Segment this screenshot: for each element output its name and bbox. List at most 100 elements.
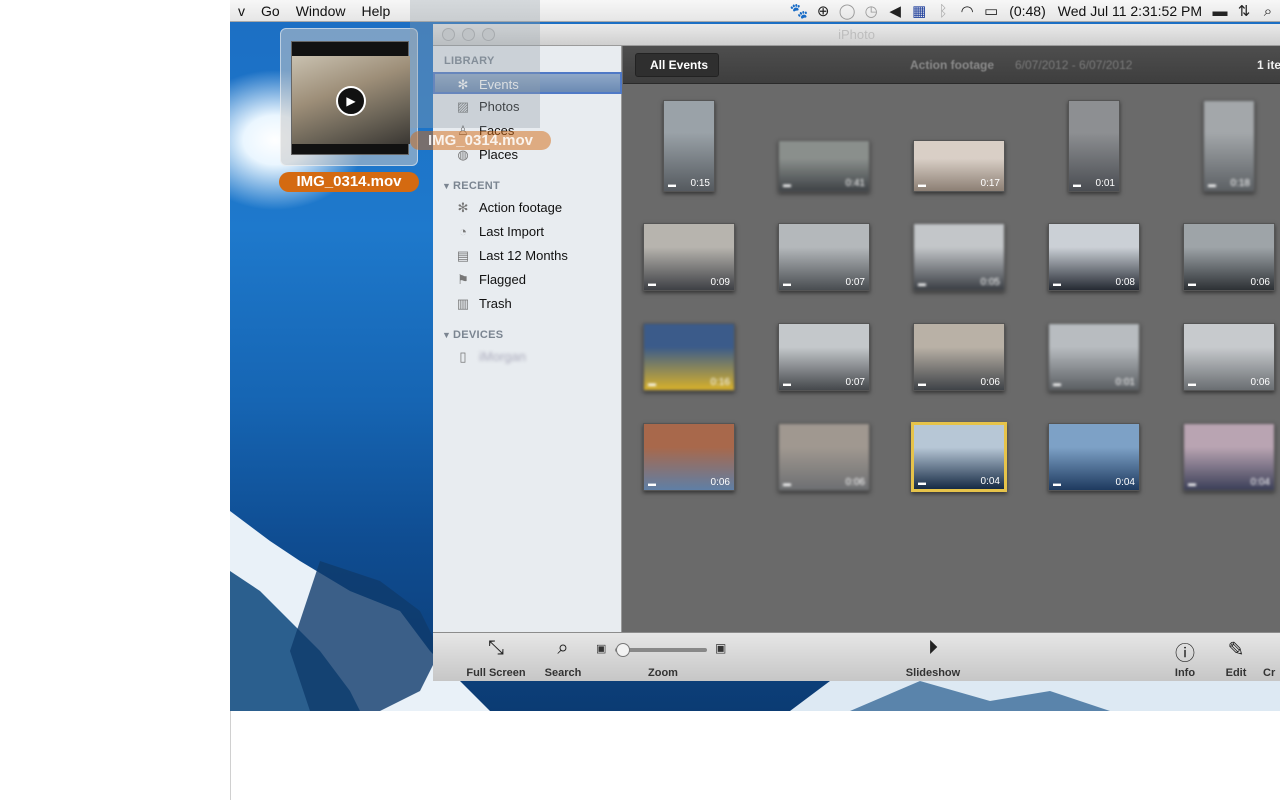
video-duration: 0:04	[980, 476, 1000, 487]
paw-icon[interactable]: 🐾	[787, 2, 811, 20]
video-camera-icon: ▬	[1188, 479, 1196, 488]
video-duration: 0:06	[845, 477, 865, 488]
video-thumbnail-item[interactable]: ▬ 0:08	[1048, 223, 1140, 291]
video-thumbnail-item[interactable]: ▬ 0:06	[913, 323, 1005, 391]
sidebar-item-action-footage[interactable]: ✻ Action footage	[433, 197, 622, 219]
time-machine-icon[interactable]: ◷	[859, 2, 883, 20]
disclosure-triangle-icon[interactable]: ▼	[442, 181, 451, 191]
battery-time[interactable]: (0:48)	[1003, 3, 1052, 19]
video-thumbnail-item[interactable]: ▬ 0:05	[913, 223, 1005, 291]
video-thumbnail-item[interactable]: ▬ 0:15	[663, 100, 715, 192]
dragged-file-label: IMG_0314.mov	[279, 172, 419, 192]
event-title: Action footage	[910, 58, 994, 72]
search-button[interactable]: ⌕ Search	[539, 633, 587, 682]
toolbar-label: Zoom	[648, 667, 678, 679]
video-thumbnail-item[interactable]: ▬ 0:06	[1183, 223, 1275, 291]
drag-ghost-preview	[410, 0, 540, 128]
video-thumbnail-item[interactable]: ▬ 0:17	[913, 140, 1005, 192]
volume-icon[interactable]: ◀	[883, 2, 907, 20]
video-thumbnail-item[interactable]: ▬ 0:06	[778, 423, 870, 491]
video-camera-icon: ▬	[648, 279, 656, 288]
video-camera-icon: ▬	[783, 479, 791, 488]
sidebar-item-flagged[interactable]: ⚑ Flagged	[433, 269, 622, 291]
video-thumbnail-item[interactable]: ▬ 0:07	[778, 223, 870, 291]
video-camera-icon: ▬	[783, 379, 791, 388]
window-titlebar[interactable]: iPhoto	[433, 24, 1280, 46]
all-events-button[interactable]: All Events	[635, 53, 720, 77]
event-content-area: All Events Action footage 6/07/2012 - 6/…	[623, 46, 1280, 632]
chat-icon[interactable]: ◯	[835, 2, 859, 20]
video-duration: 0:15	[690, 178, 710, 189]
menu-item-help[interactable]: Help	[353, 0, 398, 22]
clock[interactable]: Wed Jul 11 2:31:52 PM	[1052, 3, 1208, 19]
sidebar-item-last-12-months[interactable]: ▤ Last 12 Months	[433, 245, 622, 267]
info-button[interactable]: ⓘ Info	[1168, 633, 1202, 682]
menu-bar: v Go Window Help 🐾 ⊕ ◯ ◷ ◀ ▦ ᛒ ◠ ▭ (0:48…	[230, 0, 1280, 22]
sidebar-item-device[interactable]: ▯ iMorgan	[433, 346, 622, 368]
menu-item-view[interactable]: v	[230, 0, 253, 22]
iphoto-window: iPhoto LIBRARY ✻ Events ▨ Photos ♙ Faces…	[433, 24, 1280, 681]
video-thumbnail-item[interactable]: ▬ 0:01	[1068, 100, 1120, 192]
video-duration: 0:09	[710, 277, 730, 288]
video-thumbnail-item[interactable]: ▬ 0:41	[778, 140, 870, 192]
toolbar-label: Full Screen	[466, 667, 526, 679]
video-duration: 0:08	[1115, 277, 1135, 288]
video-thumbnail-item[interactable]: ▬ 0:04	[1183, 423, 1275, 491]
video-thumbnail-item[interactable]: ▬ 0:07	[778, 323, 870, 391]
create-button[interactable]: Cr	[1263, 633, 1280, 682]
full-screen-button[interactable]: ⤡ Full Screen	[459, 633, 533, 682]
clock-icon: ◔	[459, 224, 467, 239]
flag-icon: ⚑	[457, 272, 469, 287]
video-thumbnail-item[interactable]: ▬ 0:18	[1203, 100, 1255, 192]
disclosure-triangle-icon[interactable]: ▼	[442, 330, 451, 340]
dragged-video-file[interactable]: ▶	[280, 28, 418, 166]
edit-button[interactable]: ✎ Edit	[1221, 633, 1251, 682]
search-icon: ⌕	[557, 637, 569, 659]
menu-item-window[interactable]: Window	[288, 0, 354, 22]
sidebar-item-label: Last Import	[479, 224, 545, 239]
video-camera-icon: ▬	[648, 379, 656, 388]
video-thumbnail-item[interactable]: ▬ 0:06	[643, 423, 735, 491]
sidebar-item-trash[interactable]: ▥ Trash	[433, 293, 622, 315]
bottom-toolbar: ⤡ Full Screen ⌕ Search ▣ ▣ Zoom ⏵ Slides…	[433, 632, 1280, 681]
large-photo-icon: ▣	[715, 641, 727, 655]
small-photo-icon: ▣	[596, 643, 607, 655]
video-thumbnail-item[interactable]: ▬ 0:01	[1048, 323, 1140, 391]
video-duration: 0:18	[1230, 178, 1250, 189]
calendar-icon: ▤	[456, 248, 470, 263]
video-camera-icon: ▬	[1053, 279, 1061, 288]
sidebar-item-label: Action footage	[479, 200, 563, 215]
menu-item-go[interactable]: Go	[253, 0, 288, 22]
sidebar-item-last-import[interactable]: ◔ Last Import	[433, 221, 622, 243]
display-icon[interactable]: ▬	[1208, 3, 1232, 20]
video-duration: 0:04	[1250, 477, 1270, 488]
video-thumbnail-item[interactable]: ▬ 0:04	[911, 422, 1007, 492]
video-thumbnail-item[interactable]: ▬ 0:16	[643, 323, 735, 391]
video-duration: 0:06	[1250, 377, 1270, 388]
battery-icon[interactable]: ▭	[979, 2, 1003, 20]
video-camera-icon: ▬	[783, 180, 791, 189]
flag-input-icon[interactable]: ▦	[907, 2, 931, 20]
user-switch-icon[interactable]: ⇅	[1232, 2, 1256, 20]
toolbar-label: Search	[544, 667, 582, 679]
spotlight-icon[interactable]: ⌕	[1256, 3, 1280, 20]
video-duration: 0:06	[980, 377, 1000, 388]
video-thumbnail-item[interactable]: ▬ 0:04	[1048, 423, 1140, 491]
menu-extras: 🐾 ⊕ ◯ ◷ ◀ ▦ ᛒ ◠ ▭ (0:48) Wed Jul 11 2:31…	[787, 0, 1280, 22]
video-duration: 0:01	[1095, 178, 1115, 189]
trash-icon: ▥	[456, 296, 470, 311]
toolbar-label: Slideshow	[905, 667, 961, 679]
video-camera-icon: ▬	[1053, 479, 1061, 488]
video-camera-icon: ▬	[918, 478, 926, 487]
wifi-icon[interactable]: ◠	[955, 2, 979, 20]
fullscreen-arrows-icon: ⤡	[488, 637, 504, 659]
slideshow-button[interactable]: ⏵ Slideshow	[899, 633, 967, 682]
video-duration: 0:16	[710, 377, 730, 388]
video-thumbnail-item[interactable]: ▬ 0:06	[1183, 323, 1275, 391]
video-thumbnail-item[interactable]: ▬ 0:09	[643, 223, 735, 291]
bluetooth-icon[interactable]: ᛒ	[931, 3, 955, 20]
video-duration: 0:04	[1115, 477, 1135, 488]
accessibility-icon[interactable]: ⊕	[811, 2, 835, 20]
window-title: iPhoto	[838, 27, 875, 42]
video-duration: 0:06	[1250, 277, 1270, 288]
